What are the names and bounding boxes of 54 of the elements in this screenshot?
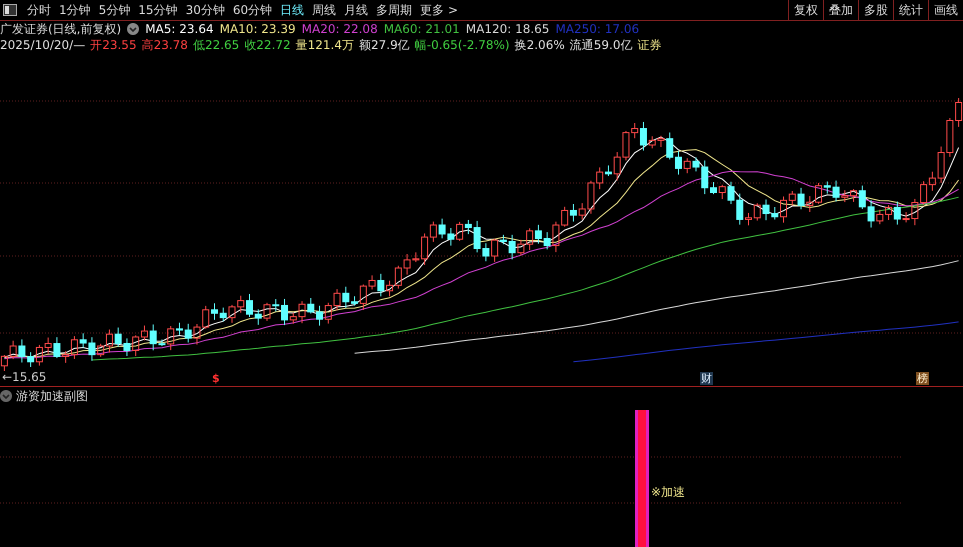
quote-field: 证券 <box>637 36 662 54</box>
quote-field: 量121.4万 <box>296 36 354 54</box>
candlestick <box>254 308 262 326</box>
period-tab[interactable]: 1分钟 <box>55 2 95 18</box>
candlestick <box>237 295 244 314</box>
quote-field: 换2.06% <box>514 36 565 54</box>
quote-field: 低22.65 <box>192 36 240 54</box>
quote-field: 幅-0.65(-2.78%) <box>414 36 510 54</box>
quote-field: 收22.72 <box>244 36 291 54</box>
ma-legend-label: MA20: 22.08 <box>302 22 378 36</box>
candlestick <box>701 160 708 195</box>
period-tab[interactable]: 多周期 <box>372 2 416 18</box>
ma-legend-label: MA5: 23.64 <box>145 22 214 36</box>
toolbar-button[interactable]: 多股 <box>858 0 893 20</box>
ma-legend-label: MA60: 21.01 <box>384 22 460 36</box>
period-tab[interactable]: 更多 > <box>416 2 462 18</box>
candlestick <box>736 193 744 226</box>
panel-toggle-icon[interactable] <box>3 4 17 16</box>
candlestick <box>0 354 8 373</box>
quote-field: 流通59.0亿 <box>570 36 632 54</box>
subchart-title: 游资加速副图 <box>16 388 88 404</box>
period-tab[interactable]: 月线 <box>340 2 372 18</box>
candlestick <box>228 304 236 324</box>
period-tab[interactable]: 分时 <box>23 2 55 18</box>
event-marker[interactable]: 财 <box>700 372 713 385</box>
candlestick <box>246 293 253 318</box>
low-price-label: ←15.65 <box>2 371 46 384</box>
ma-legend-label: MA120: 18.65 <box>466 22 550 36</box>
period-tab[interactable]: 30分钟 <box>182 2 229 18</box>
toolbar-button[interactable]: 画线 <box>928 0 963 20</box>
candlestick <box>718 184 726 200</box>
ma-legend-label: MA250: 17.06 <box>555 22 640 36</box>
candlestick <box>220 307 227 322</box>
event-marker[interactable]: $ <box>211 372 221 385</box>
event-marker[interactable]: 榜 <box>916 372 929 385</box>
period-tab[interactable]: 15分钟 <box>134 2 182 18</box>
quote-field: 额27.9亿 <box>359 36 410 54</box>
toolbar-button[interactable]: 统计 <box>893 0 928 20</box>
ma-legend-label: MA10: 23.39 <box>220 22 296 36</box>
dropdown-icon[interactable] <box>0 390 12 402</box>
candlestick <box>710 182 717 195</box>
dropdown-icon[interactable] <box>127 23 140 35</box>
toolbar-button[interactable]: 复权 <box>788 0 823 20</box>
period-tab[interactable]: 5分钟 <box>94 2 134 18</box>
quote-field: 2025/10/20/— <box>0 38 86 52</box>
period-tab[interactable]: 周线 <box>308 2 340 18</box>
quote-field: 开23.55 <box>90 36 137 54</box>
period-tab[interactable]: 60分钟 <box>228 2 276 18</box>
chart-title: 广发证券(日线,前复权) <box>0 20 122 38</box>
candlestick <box>955 98 962 128</box>
candlestick <box>728 181 734 205</box>
toolbar-button[interactable]: 叠加 <box>823 0 858 20</box>
period-tab[interactable]: 日线 <box>276 2 308 18</box>
quote-field: 高23.78 <box>142 36 188 54</box>
